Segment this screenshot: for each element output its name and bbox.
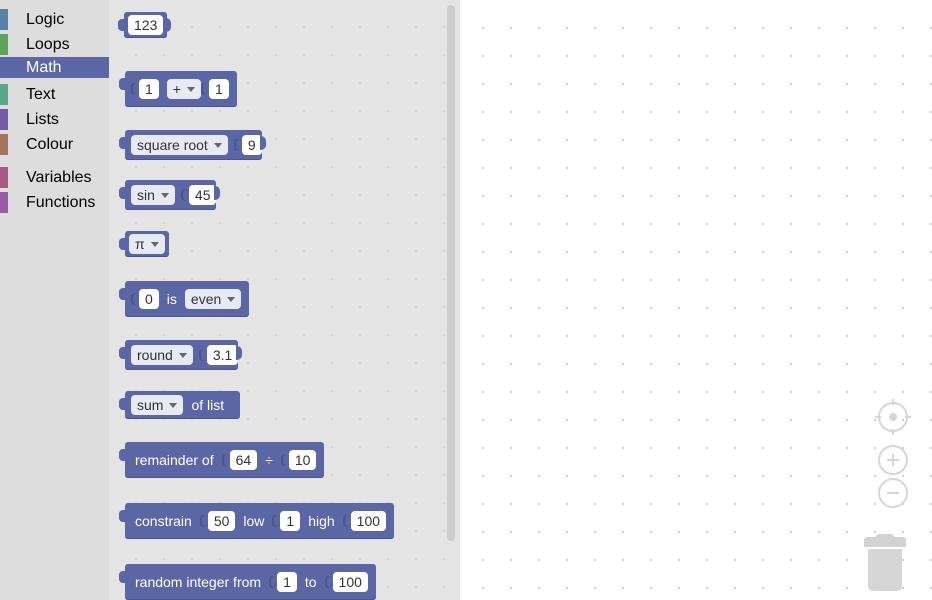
number-field[interactable]: 0 [131, 289, 159, 309]
category-loops[interactable]: Loops [0, 34, 109, 55]
to-label: to [304, 574, 317, 590]
trig-dropdown[interactable]: sin [131, 185, 175, 205]
flyout-scrollbar[interactable] [447, 5, 455, 541]
trash-lid [864, 537, 906, 547]
function-dropdown[interactable]: square root [131, 135, 228, 155]
block-workspace[interactable] [460, 3, 932, 600]
block-flyout: 123 1 + 1 square root 9 sin 45 π 0 is ev… [109, 0, 460, 600]
low-field[interactable]: 1 [272, 511, 301, 531]
math-modulo-block[interactable]: remainder of 64 ÷ 10 [118, 442, 325, 478]
recenter-icon[interactable] [875, 399, 911, 435]
category-label: Lists [26, 111, 59, 128]
recenter-tick [905, 416, 911, 418]
high-field[interactable]: 100 [342, 511, 387, 531]
category-label: Functions [26, 194, 96, 211]
divisor-field[interactable]: 10 [280, 450, 317, 470]
category-color-swatch [0, 84, 8, 105]
operator-label: + [172, 81, 181, 97]
math-random-int-block[interactable]: random integer from 1 to 100 [119, 564, 376, 600]
remainder-of-label: remainder of [135, 452, 214, 468]
recenter-tick [892, 429, 894, 435]
math-on-list-block[interactable]: sum of list [118, 391, 241, 419]
constant-dropdown[interactable]: π [129, 234, 165, 254]
category-logic[interactable]: Logic [0, 9, 109, 30]
category-color-swatch [0, 192, 8, 213]
to-field[interactable]: 100 [324, 572, 368, 592]
category-label: Variables [26, 169, 92, 186]
category-label: Text [26, 86, 56, 103]
category-lists[interactable]: Lists [0, 109, 109, 130]
chevron-down-icon [186, 86, 195, 92]
plus-vertical-stroke [892, 454, 894, 466]
operand-a-field[interactable]: 1 [131, 79, 159, 99]
category-colour[interactable]: Colour [0, 134, 109, 155]
angle-field[interactable]: 45 [181, 185, 217, 205]
math-single-block[interactable]: square root 9 [119, 130, 266, 160]
category-functions[interactable]: Functions [0, 192, 109, 213]
category-label: Math [26, 59, 62, 76]
category-color-swatch [0, 9, 8, 30]
zoom-in-icon[interactable] [878, 445, 908, 475]
trash-icon[interactable] [864, 534, 906, 593]
category-text[interactable]: Text [0, 84, 109, 105]
math-trig-block[interactable]: sin 45 [118, 180, 221, 210]
category-toolbox: Logic Loops Math Text Lists Colour Varia… [0, 0, 109, 600]
property-label: even [190, 291, 222, 307]
category-color-swatch [0, 134, 8, 155]
property-dropdown[interactable]: even [184, 289, 242, 309]
dividend-field[interactable]: 64 [221, 450, 258, 470]
is-label: is [166, 291, 177, 307]
chevron-down-icon [160, 192, 169, 198]
operand-b-field[interactable]: 1 [201, 79, 229, 99]
high-label: high [308, 513, 335, 529]
random-integer-from-label: random integer from [135, 574, 262, 590]
category-math[interactable]: Math [0, 57, 109, 78]
recenter-tick [875, 416, 881, 418]
math-constrain-block[interactable]: constrain 50 low 1 high 100 [118, 503, 395, 539]
constant-label: π [135, 236, 145, 252]
minus-stroke [887, 492, 899, 494]
math-round-block[interactable]: round 3.1 [118, 340, 243, 370]
math-arithmetic-block[interactable]: 1 + 1 [119, 71, 237, 107]
divide-label: ÷ [265, 452, 273, 468]
category-variables[interactable]: Variables [0, 167, 109, 188]
value-field[interactable]: 9 [233, 135, 262, 155]
chevron-down-icon [213, 142, 222, 148]
chevron-down-icon [169, 402, 178, 408]
constrain-label: constrain [135, 513, 192, 529]
category-color-swatch [0, 57, 8, 78]
math-property-block[interactable]: 0 is even [118, 281, 250, 317]
category-label: Logic [26, 11, 65, 28]
value-field[interactable]: 3.1 [198, 345, 239, 365]
chevron-down-icon [227, 296, 236, 302]
trash-bin [868, 549, 902, 591]
function-label: square root [137, 137, 208, 153]
category-color-swatch [0, 167, 8, 188]
from-field[interactable]: 1 [269, 572, 297, 592]
zoom-out-icon[interactable] [878, 478, 908, 508]
round-label: round [137, 347, 173, 363]
number-field[interactable]: 123 [128, 15, 164, 35]
math-number-block[interactable]: 123 [117, 12, 172, 38]
recenter-tick [892, 399, 894, 405]
category-color-swatch [0, 34, 8, 55]
trig-label: sin [137, 187, 155, 203]
value-field[interactable]: 50 [199, 511, 236, 531]
math-constant-block[interactable]: π [119, 231, 169, 257]
category-label: Colour [26, 136, 74, 153]
list-operation-label: sum [137, 397, 164, 413]
chevron-down-icon [150, 241, 159, 247]
list-operation-dropdown[interactable]: sum [131, 395, 184, 415]
category-label: Loops [26, 36, 70, 53]
of-list-label: of list [191, 397, 225, 413]
low-label: low [243, 513, 265, 529]
category-color-swatch [0, 109, 8, 130]
operator-dropdown[interactable]: + [166, 79, 201, 99]
round-dropdown[interactable]: round [131, 345, 193, 365]
recenter-center-dot [889, 413, 897, 421]
chevron-down-icon [178, 352, 187, 358]
